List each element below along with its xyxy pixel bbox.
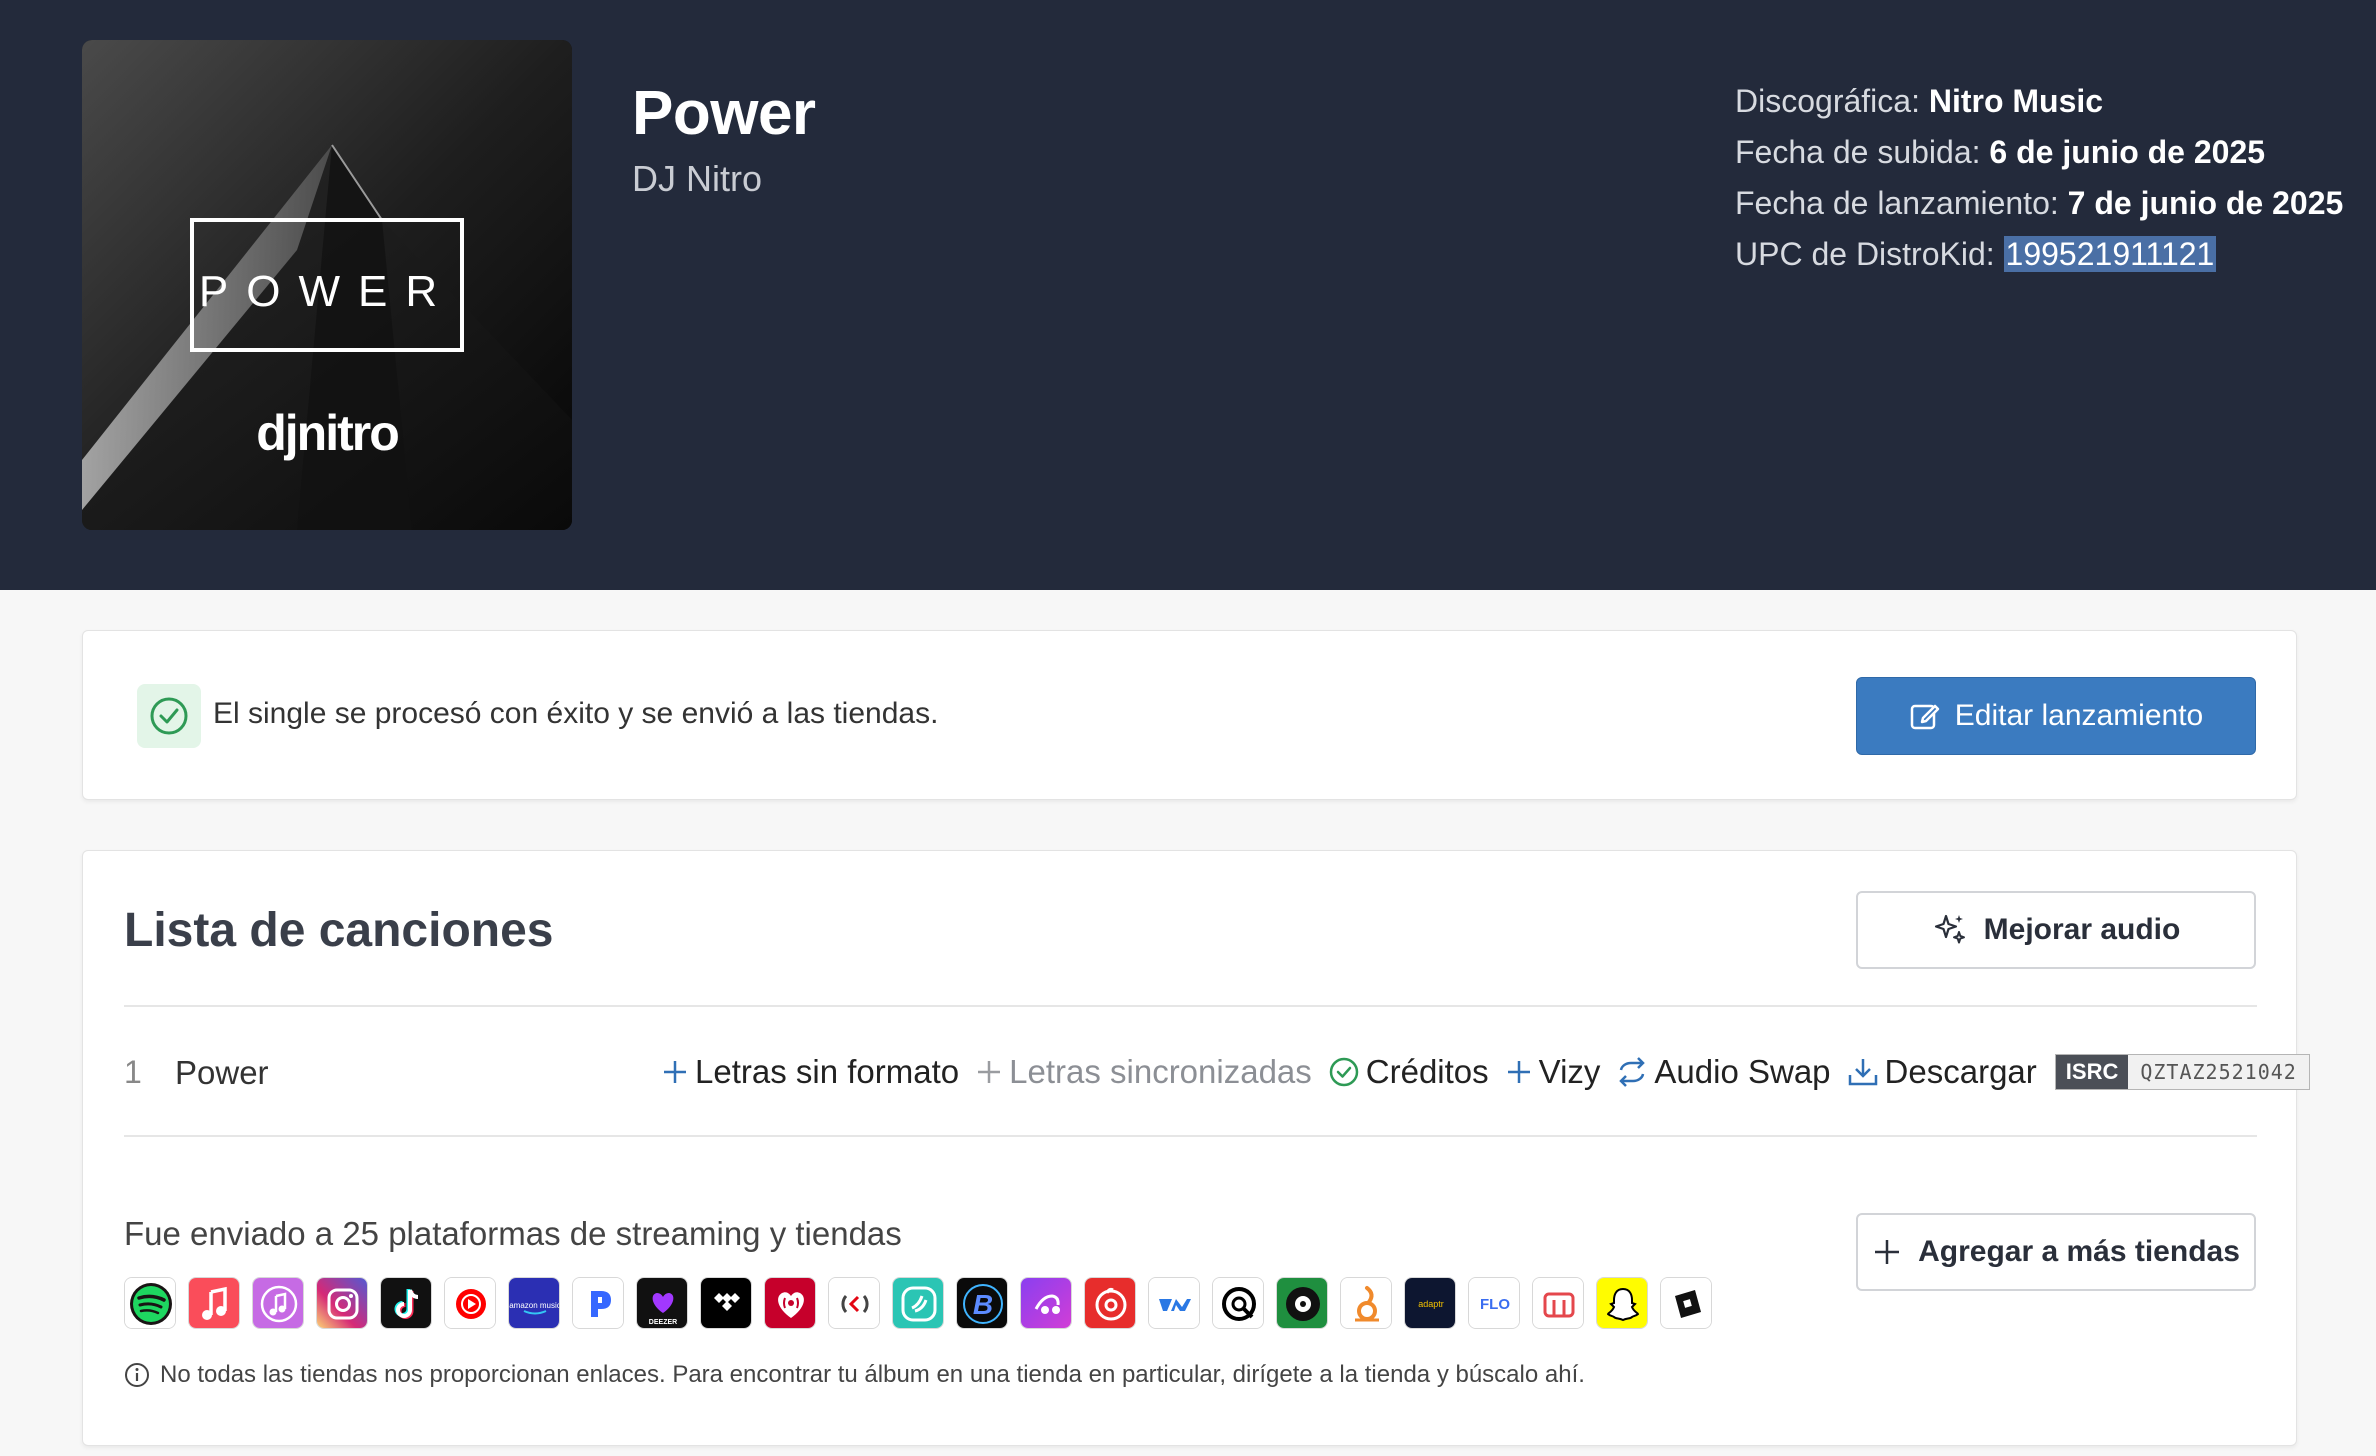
claro-musica-icon[interactable] <box>828 1277 880 1329</box>
improve-audio-label: Mejorar audio <box>1983 913 2181 946</box>
svg-text:B: B <box>973 1289 993 1320</box>
cover-title-text: POWER <box>199 267 455 316</box>
stores-note: No todas las tiendas nos proporcionan en… <box>124 1361 1585 1389</box>
tracklist-card: Lista de canciones Mejorar audio 1 Power… <box>82 850 2310 1446</box>
plus-icon <box>1875 1240 1900 1264</box>
upc-value[interactable]: 199521911121 <box>2003 236 2217 272</box>
add-stores-button[interactable]: Agregar a más tiendas <box>1856 1213 2256 1291</box>
melon-icon[interactable] <box>1532 1277 1584 1329</box>
svg-text:FLO: FLO <box>1480 1296 1510 1313</box>
download-action[interactable]: Descargar <box>1847 1053 2037 1091</box>
cover-artist-logo: djnitro <box>256 405 398 461</box>
netease-icon[interactable] <box>1084 1277 1136 1329</box>
snapchat-icon[interactable] <box>1596 1277 1648 1329</box>
add-stores-label: Agregar a más tiendas <box>1918 1235 2240 1268</box>
anghami-icon[interactable] <box>1020 1277 1072 1329</box>
success-badge <box>137 684 201 748</box>
deezer-icon[interactable]: DEEZER <box>636 1277 688 1329</box>
jiosaavn-icon[interactable] <box>892 1277 944 1329</box>
status-card: El single se procesó con éxito y se envi… <box>82 630 2297 800</box>
release-metadata: Discográfica: Nitro Music Fecha de subid… <box>1735 76 2343 280</box>
track-number: 1 <box>124 1054 142 1090</box>
track-name: Power <box>175 1054 269 1091</box>
boomplay-icon[interactable]: B <box>956 1277 1008 1329</box>
improve-audio-button[interactable]: Mejorar audio <box>1856 891 2256 969</box>
divider <box>124 1005 2257 1007</box>
isrc-label: ISRC <box>2055 1055 2129 1089</box>
audio-swap-action[interactable]: Audio Swap <box>1616 1053 1831 1091</box>
flo-icon[interactable]: FLO <box>1468 1277 1520 1329</box>
iheartradio-icon[interactable] <box>764 1277 816 1329</box>
meta-upc-row: UPC de DistroKid: 199521911121 <box>1735 236 2217 272</box>
check-circle-icon <box>150 697 188 735</box>
svg-text:adaptr: adaptr <box>1418 1299 1444 1309</box>
divider <box>124 1135 2257 1137</box>
track-actions: Letras sin formato Letras sincronizadas … <box>661 1047 2310 1097</box>
svg-text:amazon music: amazon music <box>509 1301 560 1310</box>
tencent-music-icon[interactable] <box>1148 1277 1200 1329</box>
tidal-icon[interactable] <box>700 1277 752 1329</box>
edit-icon <box>1910 704 1940 730</box>
plus-icon <box>978 1061 1001 1083</box>
vizy-action[interactable]: Vizy <box>1505 1053 1600 1091</box>
tracklist-title: Lista de canciones <box>124 904 554 957</box>
synced-lyrics-action[interactable]: Letras sincronizadas <box>975 1053 1312 1091</box>
edit-release-button[interactable]: Editar lanzamiento <box>1856 677 2256 755</box>
isrc-code: QZTAZ2521042 <box>2128 1055 2309 1089</box>
plus-icon <box>664 1061 686 1083</box>
plain-lyrics-action[interactable]: Letras sin formato <box>661 1053 959 1091</box>
qobuz-icon[interactable] <box>1212 1277 1264 1329</box>
meta-release-row: Fecha de lanzamiento: 7 de junio de 2025 <box>1735 185 2344 221</box>
sparkles-icon <box>1934 914 1965 944</box>
stores-sent-text: Fue enviado a 25 plataformas de streamin… <box>124 1215 902 1252</box>
check-circle-icon <box>1329 1057 1359 1087</box>
adaptr-icon[interactable]: adaptr <box>1404 1277 1456 1329</box>
tiktok-icon[interactable] <box>380 1277 432 1329</box>
instagram-icon[interactable] <box>316 1277 368 1329</box>
credits-action[interactable]: Créditos <box>1328 1053 1489 1091</box>
audiomack-icon[interactable] <box>1340 1277 1392 1329</box>
youtube-music-icon[interactable] <box>444 1277 496 1329</box>
pandora-icon[interactable] <box>572 1277 624 1329</box>
amazon-music-icon[interactable]: amazon music <box>508 1277 560 1329</box>
store-icons-list: amazon music DEEZER B adaptr FLO <box>124 1277 1712 1329</box>
edit-release-label: Editar lanzamiento <box>1954 699 2204 732</box>
status-message: El single se procesó con éxito y se envi… <box>213 697 939 730</box>
info-icon <box>125 1363 149 1387</box>
napster-icon[interactable] <box>1276 1277 1328 1329</box>
roblox-icon[interactable] <box>1660 1277 1712 1329</box>
release-title: Power <box>632 79 816 148</box>
cover-art: POWER djnitro <box>82 40 572 530</box>
meta-upload-row: Fecha de subida: 6 de junio de 2025 <box>1735 134 2266 170</box>
meta-label-row: Discográfica: Nitro Music <box>1735 83 2104 119</box>
spotify-icon[interactable] <box>124 1277 176 1329</box>
release-artist: DJ Nitro <box>632 158 763 199</box>
itunes-icon[interactable] <box>252 1277 304 1329</box>
apple-music-icon[interactable] <box>188 1277 240 1329</box>
swap-icon <box>1619 1057 1646 1087</box>
isrc-badge[interactable]: ISRC QZTAZ2521042 <box>2054 1054 2310 1090</box>
download-icon <box>1848 1059 1877 1086</box>
svg-text:DEEZER: DEEZER <box>649 1319 677 1326</box>
stores-note-text: No todas las tiendas nos proporcionan en… <box>160 1361 1585 1388</box>
release-header: POWER djnitro Power DJ Nitro Discográfic… <box>0 0 2376 590</box>
plus-icon <box>1507 1061 1530 1083</box>
